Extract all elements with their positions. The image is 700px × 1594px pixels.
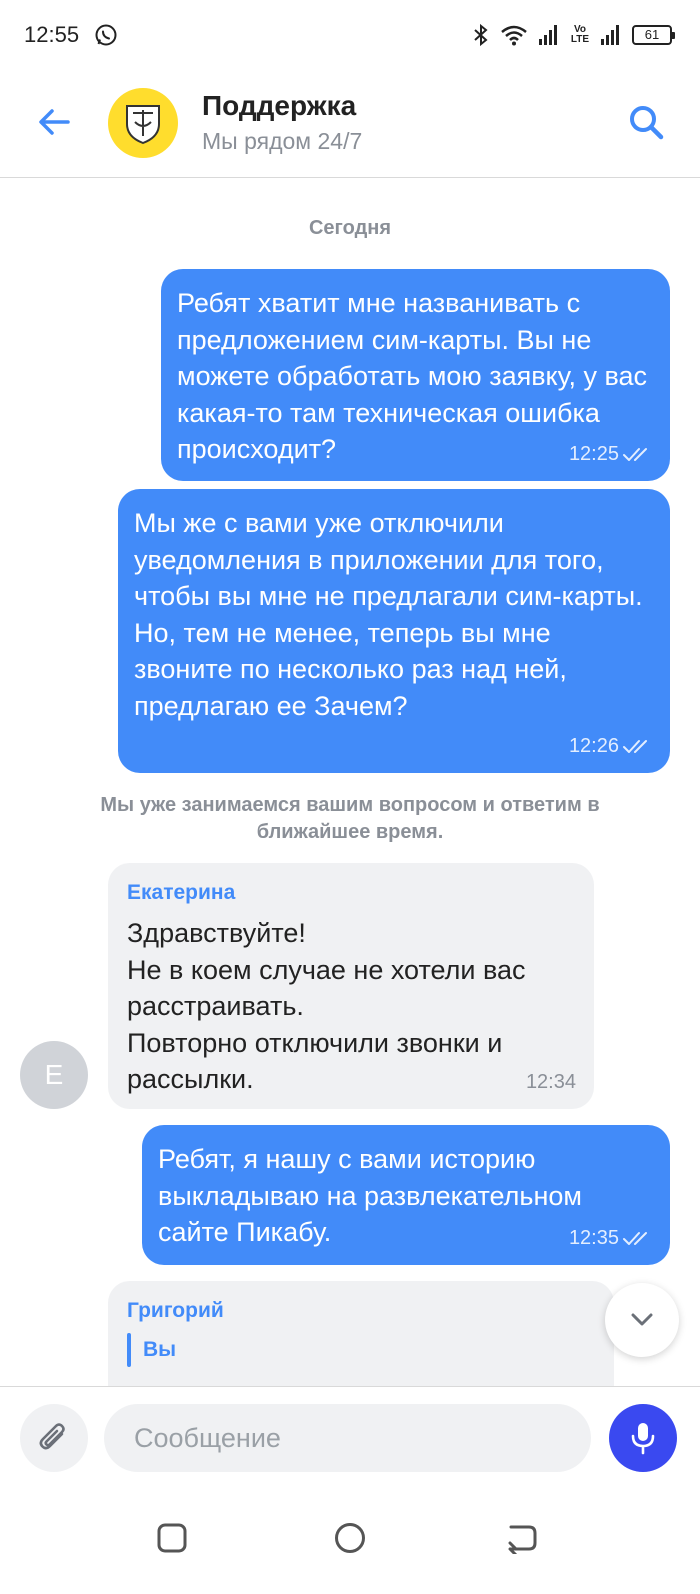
double-check-icon [623,1231,647,1245]
sender-name: Екатерина [127,881,236,904]
message-text: Ребят хватит мне названивать с предложен… [177,288,655,464]
voice-message-button[interactable] [609,1404,677,1472]
circle-icon [335,1523,365,1553]
chat-subtitle: Мы рядом 24/7 [202,128,363,154]
recent-apps-button[interactable] [152,1518,192,1558]
message-meta: 12:35 [569,1227,652,1250]
message-input[interactable] [104,1404,591,1472]
battery-icon: 61 [632,25,675,45]
wifi-icon [501,25,527,46]
reply-quote[interactable]: Вы [127,1333,600,1367]
message-time: 12:34 [525,1071,576,1093]
attach-button[interactable] [20,1404,88,1472]
scroll-down-button[interactable] [605,1283,679,1357]
bluetooth-icon [474,23,488,47]
message-meta: 12:25 [569,443,652,466]
message-bubble-outgoing[interactable]: Ребят, я нашу с вами историю выкладываю … [142,1125,670,1265]
message-meta: 12:26 [569,735,652,758]
back-arrow-icon[interactable] [34,102,74,142]
sender-name: Григорий [127,1299,224,1322]
return-icon [508,1525,537,1554]
message-time: 12:25 [568,443,619,465]
message-list[interactable]: Сегодня Ребят хватит мне названивать с п… [0,179,700,1386]
home-button[interactable] [330,1518,370,1558]
chat-header: Поддержка Мы рядом 24/7 [0,70,700,178]
chevron-down-icon [631,1313,653,1326]
quote-author: Вы [143,1338,177,1361]
message-bubble-outgoing[interactable]: Мы же с вами уже отключили уведомления в… [118,489,670,773]
status-icons: Vo LTE 61 [472,22,675,48]
system-message: Мы уже занимаемся вашим вопросом и ответ… [100,794,600,843]
volte-indicator: Vo LTE [570,24,590,45]
square-icon [157,1523,187,1553]
status-time: 12:55 [24,22,80,47]
status-bar: 12:55 Vo LTE 61 [0,0,700,70]
search-icon[interactable] [626,102,666,142]
double-check-icon [623,447,647,461]
message-text: Мы же с вами уже отключили уведомления в… [134,508,651,721]
whatsapp-icon [95,24,117,46]
back-button[interactable] [502,1518,542,1558]
signal-icon [601,25,619,45]
date-separator: Сегодня [308,217,392,239]
message-bubble-incoming[interactable]: Екатерина Здравствуйте! Не в коем случае… [108,863,594,1109]
signal-icon [539,25,557,45]
message-time: 12:35 [568,1227,619,1249]
microphone-icon [631,1423,655,1455]
avatar[interactable]: Е [20,1041,88,1109]
message-text: Здравствуйте! Не в коем случае не хотели… [127,918,526,1094]
message-meta: 12:34 [526,1071,576,1094]
system-nav-bar [0,1486,700,1594]
message-bubble-incoming[interactable]: Григорий Вы [108,1281,614,1386]
chat-title: Поддержка [202,90,357,121]
message-composer [0,1386,700,1486]
double-check-icon [623,739,647,753]
quote-bar [127,1333,131,1367]
message-bubble-outgoing[interactable]: Ребят хватит мне названивать с предложен… [161,269,670,481]
message-time: 12:26 [568,735,619,757]
bank-logo[interactable] [108,88,178,158]
crest-icon [126,105,160,145]
paperclip-icon [39,1423,65,1450]
